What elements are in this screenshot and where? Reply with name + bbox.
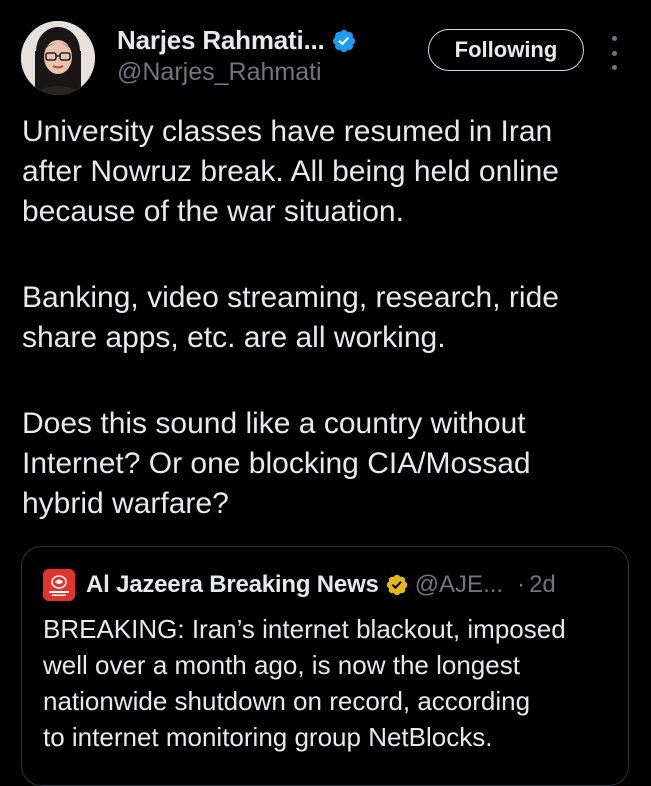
tweet-line: because of the war situation. [22,195,404,228]
profile-photo-icon [21,21,95,95]
separator-dot: · [517,571,526,598]
tweet[interactable]: Narjes Rahmati... @Narjes_Rahmati Follow… [0,0,651,786]
dot [611,50,617,56]
quote-line: well over a month ago, is now the longes… [43,650,520,680]
tweet-line: Internet? Or one blocking CIA/Mossad [22,447,531,480]
verified-badge-icon [332,29,355,52]
tweet-line: share apps, etc. are all working. [22,321,446,354]
quoted-author-handle[interactable]: @AJE... [415,571,503,599]
tweet-line: after Nowruz break. All being held onlin… [22,155,559,188]
tweet-line: Banking, video streaming, research, ride [22,281,559,314]
quote-line: nationwide shutdown on record, according [43,686,531,716]
quoted-tweet-text: BREAKING: Iran’s internet blackout, impo… [43,611,618,755]
author-name[interactable]: Narjes Rahmati... [117,25,325,56]
aljazeera-logo-icon[interactable] [43,569,75,601]
author-handle[interactable]: @Narjes_Rahmati [117,58,322,87]
following-button[interactable]: Following [428,29,584,71]
quoted-tweet-timestamp[interactable]: 2d [529,571,556,599]
quoted-tweet-header: Al Jazeera Breaking News @AJE... · 2d [43,569,556,601]
dot [611,36,617,41]
tweet-line: hybrid warfare? [22,487,229,520]
more-options-icon[interactable] [603,36,625,70]
tweet-text: University classes have resumed in Iran … [22,112,632,524]
dot [611,65,617,70]
quoted-author-name[interactable]: Al Jazeera Breaking News [86,571,379,599]
gold-verified-badge-icon [386,574,407,596]
author-name-row: Narjes Rahmati... [117,25,357,56]
tweet-line: University classes have resumed in Iran [22,115,553,148]
quote-line: BREAKING: Iran’s internet blackout, impo… [43,614,566,644]
author-avatar[interactable] [21,21,95,95]
quoted-tweet-card[interactable]: Al Jazeera Breaking News @AJE... · 2d BR… [21,546,629,786]
quote-line: to internet monitoring group NetBlocks. [43,722,493,752]
tweet-line: Does this sound like a country without [22,407,526,440]
